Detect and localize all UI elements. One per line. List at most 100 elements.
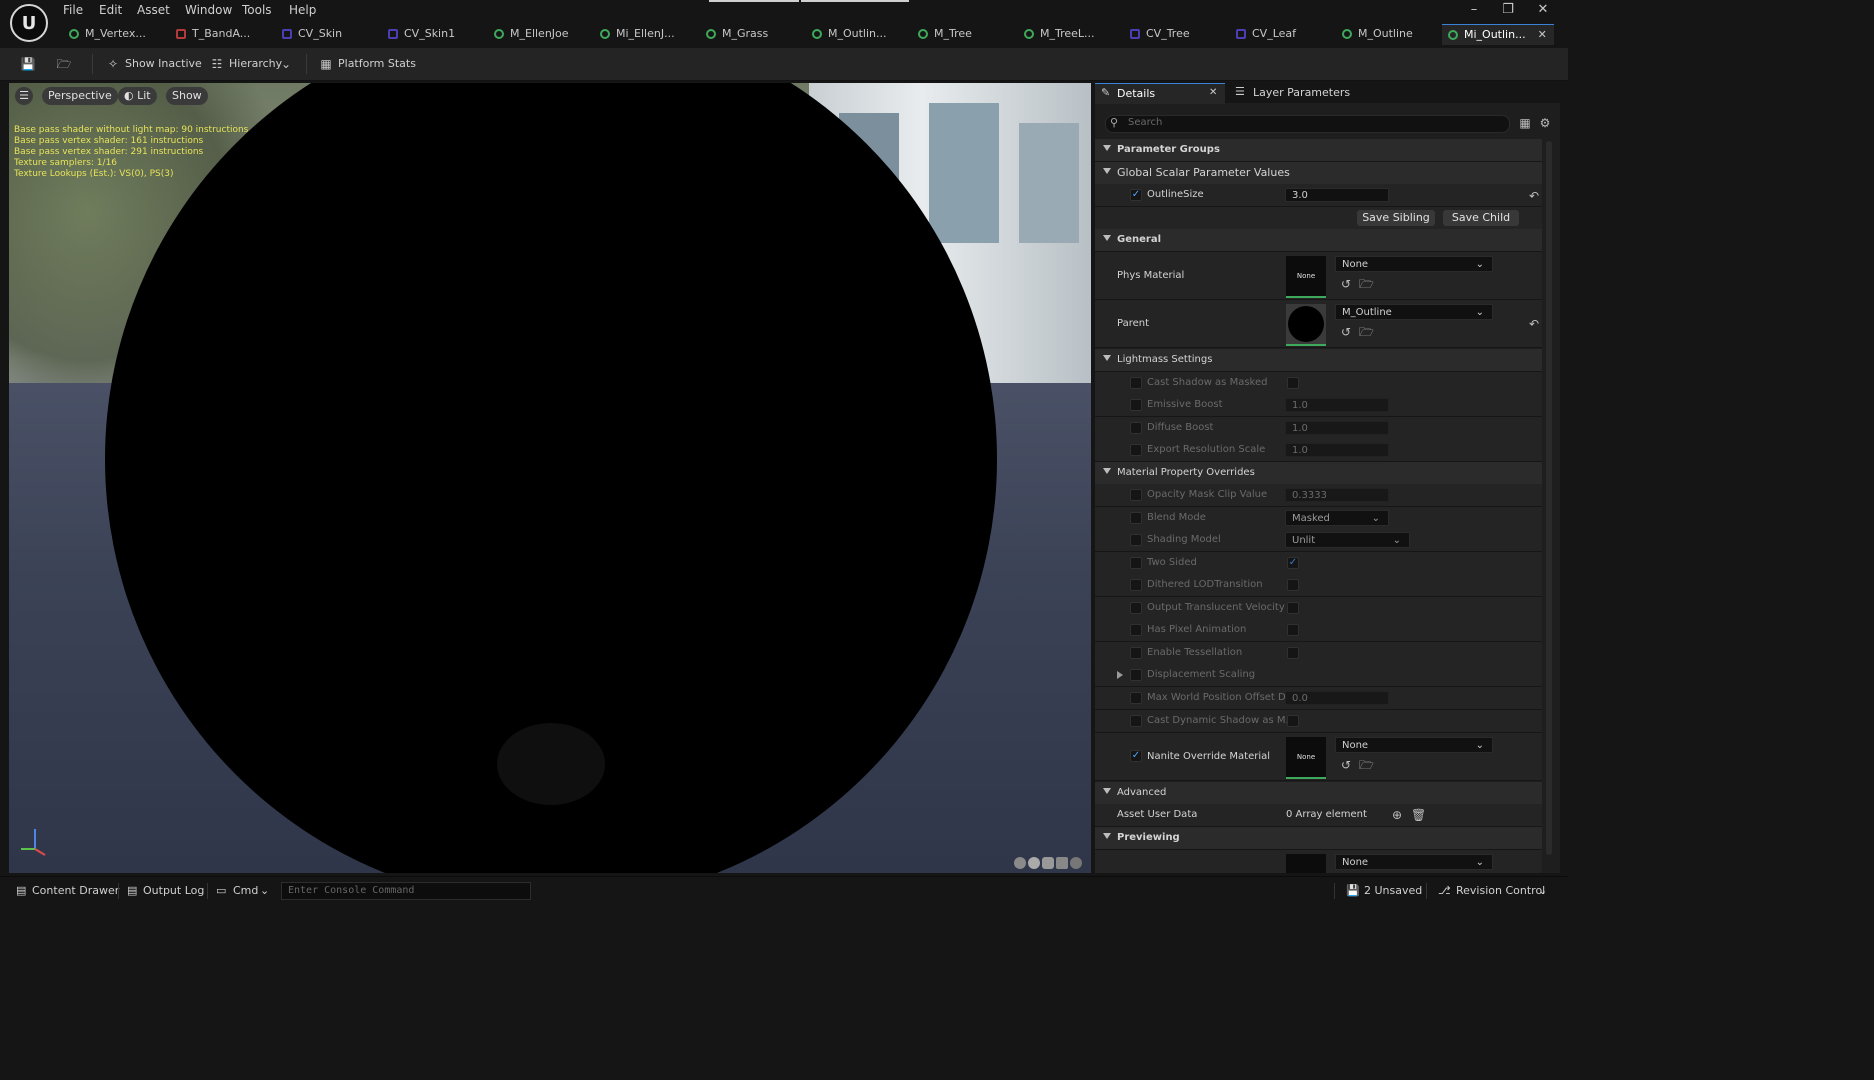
section-global-scalar[interactable]: Global Scalar Parameter Values: [1095, 162, 1542, 185]
override-checkbox[interactable]: [1130, 669, 1142, 681]
menu-tools[interactable]: Tools: [242, 2, 272, 18]
lit-button[interactable]: ◐ Lit: [118, 87, 157, 105]
outline-size-checkbox[interactable]: ✓: [1130, 189, 1142, 201]
override-checkbox[interactable]: [1130, 715, 1142, 727]
browse-icon[interactable]: 🗁: [1359, 325, 1374, 339]
collapse-arrow-icon[interactable]: [1103, 788, 1111, 794]
tab-m-outlin[interactable]: M_Outlin...: [812, 24, 887, 44]
menu-asset[interactable]: Asset: [137, 2, 170, 18]
reset-to-default-icon[interactable]: ↶: [1527, 317, 1541, 331]
expand-arrow-icon[interactable]: [1117, 671, 1123, 679]
opacity-mask-field[interactable]: 0.3333: [1285, 488, 1389, 502]
collapse-arrow-icon[interactable]: [1103, 355, 1111, 361]
show-inactive-button[interactable]: Show Inactive: [125, 56, 202, 72]
override-checkbox[interactable]: [1130, 602, 1142, 614]
output-velocity-checkbox[interactable]: [1287, 602, 1299, 614]
tab-details[interactable]: ✎ Details ✕: [1095, 83, 1225, 104]
section-material-property-overrides[interactable]: Material Property Overrides: [1095, 462, 1542, 485]
hierarchy-button[interactable]: Hierarchy: [229, 56, 282, 72]
section-advanced[interactable]: Advanced: [1095, 782, 1542, 805]
blend-mode-dropdown[interactable]: Masked ⌄: [1285, 510, 1389, 526]
override-checkbox[interactable]: [1130, 557, 1142, 569]
details-scrollbar[interactable]: [1546, 141, 1552, 855]
pixel-animation-checkbox[interactable]: [1287, 624, 1299, 636]
tab-m-vertex[interactable]: M_Vertex...: [69, 24, 146, 44]
menu-edit[interactable]: Edit: [99, 2, 122, 18]
chevron-down-icon[interactable]: ⌄: [1538, 883, 1547, 899]
plane-icon[interactable]: [1042, 857, 1054, 869]
save-child-button[interactable]: Save Child: [1443, 210, 1519, 226]
save-sibling-button[interactable]: Save Sibling: [1357, 210, 1435, 226]
custom-mesh-icon[interactable]: [1070, 857, 1082, 869]
collapse-arrow-icon[interactable]: [1103, 833, 1111, 839]
cmd-dropdown[interactable]: Cmd: [233, 883, 258, 899]
unsaved-button[interactable]: 2 Unsaved: [1364, 883, 1422, 899]
console-command-input[interactable]: Enter Console Command: [281, 882, 531, 900]
restore-icon[interactable]: ❐: [1496, 2, 1520, 18]
override-checkbox[interactable]: [1130, 579, 1142, 591]
revision-control-button[interactable]: Revision Control: [1456, 883, 1545, 899]
gear-icon[interactable]: ⚙: [1538, 116, 1552, 130]
viewport-menu-icon[interactable]: ☰: [15, 87, 33, 105]
section-general[interactable]: General: [1095, 229, 1542, 252]
tab-cv-skin1[interactable]: CV_Skin1: [388, 24, 455, 44]
override-checkbox[interactable]: [1130, 647, 1142, 659]
table-view-icon[interactable]: ▦: [1518, 116, 1532, 130]
browse-icon[interactable]: 🗁: [1359, 758, 1374, 772]
trash-icon[interactable]: 🗑: [1411, 808, 1426, 822]
chevron-down-icon[interactable]: ⌄: [278, 56, 294, 72]
preview-dropdown[interactable]: None ⌄: [1335, 854, 1493, 870]
close-tab-icon[interactable]: ✕: [1538, 25, 1547, 45]
override-checkbox[interactable]: [1130, 534, 1142, 546]
material-preview-viewport[interactable]: ☰ Perspective ◐ Lit Show Base pass shade…: [9, 83, 1091, 873]
emissive-boost-field[interactable]: 1.0: [1285, 398, 1389, 412]
tab-m-grass[interactable]: M_Grass: [706, 24, 768, 44]
tab-m-ellenjoe[interactable]: M_EllenJoe: [494, 24, 569, 44]
section-lightmass[interactable]: Lightmass Settings: [1095, 349, 1542, 372]
platform-stats-button[interactable]: Platform Stats: [338, 56, 416, 72]
override-checkbox[interactable]: [1130, 377, 1142, 389]
menu-window[interactable]: Window: [185, 2, 232, 18]
export-resolution-field[interactable]: 1.0: [1285, 443, 1389, 457]
outline-size-field[interactable]: 3.0: [1285, 188, 1389, 202]
tab-mi-outlin-active[interactable]: Mi_Outlin... ✕: [1442, 24, 1554, 45]
override-checkbox[interactable]: [1130, 399, 1142, 411]
menu-file[interactable]: File: [63, 2, 83, 18]
override-checkbox[interactable]: [1130, 489, 1142, 501]
use-selected-icon[interactable]: ↺: [1339, 758, 1353, 772]
override-checkbox[interactable]: [1130, 422, 1142, 434]
nanite-dropdown[interactable]: None ⌄: [1335, 737, 1493, 753]
override-checkbox[interactable]: [1130, 624, 1142, 636]
close-details-icon[interactable]: ✕: [1209, 87, 1217, 98]
use-selected-icon[interactable]: ↺: [1339, 277, 1353, 291]
phys-material-dropdown[interactable]: None ⌄: [1335, 256, 1493, 272]
shading-model-dropdown[interactable]: Unlit ⌄: [1285, 532, 1410, 548]
add-element-icon[interactable]: ⊕: [1390, 808, 1404, 822]
phys-material-thumbnail[interactable]: None: [1286, 256, 1326, 298]
preview-thumbnail[interactable]: [1286, 854, 1326, 873]
override-checkbox[interactable]: [1130, 444, 1142, 456]
sphere-icon[interactable]: [1028, 857, 1040, 869]
section-previewing[interactable]: Previewing: [1095, 827, 1542, 850]
override-checkbox[interactable]: [1130, 512, 1142, 524]
collapse-arrow-icon[interactable]: [1103, 145, 1111, 151]
two-sided-checkbox[interactable]: ✓: [1287, 557, 1299, 569]
cube-icon[interactable]: [1056, 857, 1068, 869]
tab-m-outline[interactable]: M_Outline: [1342, 24, 1413, 44]
save-icon[interactable]: 💾: [20, 56, 36, 72]
menu-help[interactable]: Help: [289, 2, 316, 18]
section-parameter-groups[interactable]: Parameter Groups: [1095, 139, 1542, 162]
tab-m-treel[interactable]: M_TreeL...: [1024, 24, 1095, 44]
use-selected-icon[interactable]: ↺: [1339, 325, 1353, 339]
tessellation-checkbox[interactable]: [1287, 647, 1299, 659]
content-drawer-button[interactable]: Content Drawer: [32, 883, 119, 899]
nanite-thumbnail[interactable]: None: [1286, 737, 1326, 779]
details-search-input[interactable]: ⚲ Search: [1105, 115, 1510, 133]
close-window-icon[interactable]: ✕: [1531, 2, 1555, 18]
tab-layer-parameters[interactable]: ☰ Layer Parameters: [1233, 83, 1363, 103]
collapse-arrow-icon[interactable]: [1103, 235, 1111, 241]
reset-to-default-icon[interactable]: ↶: [1527, 189, 1541, 203]
max-wpo-field[interactable]: 0.0: [1285, 691, 1389, 705]
cylinder-icon[interactable]: [1014, 857, 1026, 869]
minimize-icon[interactable]: –: [1462, 2, 1486, 18]
